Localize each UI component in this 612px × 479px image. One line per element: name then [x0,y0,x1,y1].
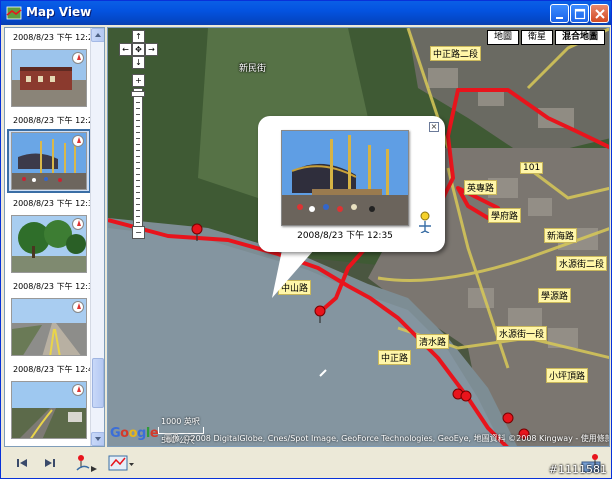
photo-info-popup: × 2008/8/23 下午 12:35 [258,116,445,252]
photo-thumbnail[interactable] [11,298,87,356]
popup-timestamp: 2008/8/23 下午 12:35 [297,231,393,241]
zoom-slider[interactable] [131,88,145,228]
photo-thumbnail[interactable] [11,215,87,273]
road-label-qingshui: 清水路 [416,334,450,349]
popup-photo[interactable] [281,130,409,226]
map-app-icon [6,6,22,20]
map-type-hybrid-button[interactable]: 混合地圖 [554,30,605,45]
photo-list-scrollbar[interactable] [90,28,104,446]
map-label-xinmin-street: 新民街 [239,64,267,74]
satellite-map[interactable]: 新民街 中正路二段 101 中山路 中正路 清水路 水源街一段 水源街二段 學府… [107,27,610,447]
compass-icon [72,301,84,313]
scroll-thumb[interactable] [92,358,104,408]
map-type-switch: 地圖 衛星 混合地圖 [485,30,605,45]
photo-timestamp: 2008/8/23 下午 12:35 [13,199,99,208]
photo-thumbnail[interactable] [11,381,87,439]
road-label-zhongzheng: 中正路 [378,350,412,365]
route-marker-tool-icon[interactable] [73,452,99,474]
minimize-button[interactable] [550,4,569,23]
previous-photo-button[interactable] [11,452,33,474]
photo-timestamp: 2008/8/23 下午 12:27 [13,116,99,125]
google-logo: Google [110,426,159,441]
maximize-icon [574,8,586,20]
street-view-pegman-icon[interactable] [416,211,434,233]
zoom-out-button[interactable]: − [132,226,145,239]
scroll-down-button[interactable] [91,432,104,446]
window-title: Map View [26,5,92,19]
pan-down-button[interactable]: ↓ [132,56,145,69]
popup-close-button[interactable]: × [429,122,439,132]
road-label-zhongzheng-2: 中正路二段 [430,46,482,61]
map-layer-dropdown-icon[interactable] [107,452,135,474]
title-bar[interactable]: Map View [1,1,611,25]
road-label-yingzhuan: 英專路 [464,180,498,195]
pan-up-button[interactable]: ↑ [132,30,145,43]
road-label-xinhai: 新海路 [544,228,578,243]
bottom-toolbar: #1111581 [1,448,611,478]
pan-left-button[interactable]: ← [119,43,132,56]
maximize-button[interactable] [570,4,589,23]
map-scale: 1000 英呎 500 公尺 [158,416,218,445]
next-photo-button[interactable] [39,452,61,474]
road-label-shuiyuan-2: 水源街二段 [556,256,608,271]
map-credits[interactable]: 圖像 ©2008 DigitalGlobe, Cnes/Spot Image, … [164,433,609,444]
photo-thumbnail[interactable] [11,132,87,190]
scale-label-feet: 1000 英呎 [161,417,200,426]
photo-thumbnail[interactable] [11,49,87,107]
watermark-text: #1111581 [548,463,607,476]
map-view-window: Map View 2008/8/23 下午 12:27 2008/8/23 下午… [0,0,612,479]
pan-center-button[interactable]: ✥ [132,43,145,56]
close-icon [595,9,605,19]
zoom-slider-handle[interactable] [131,91,145,97]
map-navigation-control: ↑ ← ✥ → ↓ + − [119,30,166,240]
map-type-map-button[interactable]: 地圖 [486,30,519,45]
compass-icon [72,52,84,64]
road-label-shuiyuan-1: 水源街一段 [496,326,548,341]
minimize-icon [556,17,563,19]
road-label-xuefu: 學府路 [488,208,522,223]
compass-icon [72,218,84,230]
photo-timestamp: 2008/8/23 下午 12:44 [13,365,99,374]
photo-list[interactable]: 2008/8/23 下午 12:27 2008/8/23 下午 12:27 20… [4,27,105,447]
pan-right-button[interactable]: → [145,43,158,56]
photo-timestamp: 2008/8/23 下午 12:39 [13,282,99,291]
scroll-up-button[interactable] [91,28,104,42]
popup-pointer [272,250,314,298]
zoom-in-button[interactable]: + [132,74,145,87]
road-label-route-101: 101 [520,162,544,174]
compass-icon [72,384,84,396]
photo-timestamp: 2008/8/23 下午 12:27 [13,33,99,42]
road-label-xiaoshi: 小坪頂路 [546,368,589,383]
road-label-xueyuan: 學源路 [538,288,572,303]
map-type-satellite-button[interactable]: 衛星 [520,30,553,45]
close-button[interactable] [590,4,609,23]
compass-icon [72,135,84,147]
